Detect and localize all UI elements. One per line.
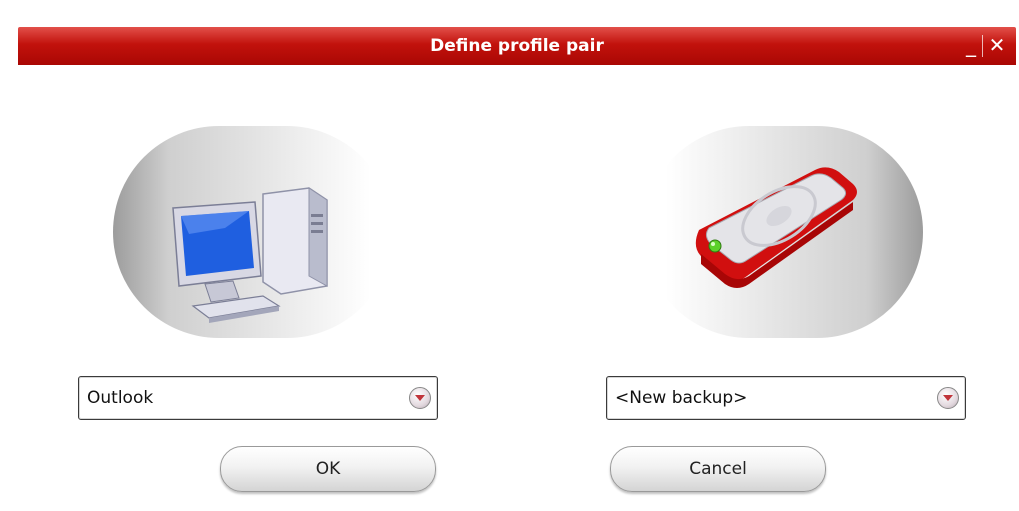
title-bar[interactable]: Define profile pair _ ✕ (18, 27, 1016, 65)
source-profile-value: Outlook (87, 388, 154, 408)
minimize-button[interactable]: _ (960, 33, 982, 57)
ok-button[interactable]: OK (220, 446, 436, 492)
hard-drive-icon (695, 167, 857, 288)
chevron-down-icon[interactable] (937, 387, 959, 409)
define-profile-pair-dialog: Define profile pair _ ✕ Outlook <New bac… (18, 27, 1016, 511)
target-profile-value: <New backup> (615, 388, 748, 408)
cancel-button[interactable]: Cancel (610, 446, 826, 492)
target-pod (643, 126, 923, 338)
source-pod (113, 126, 393, 338)
chevron-down-icon[interactable] (409, 387, 431, 409)
computer-icon (172, 187, 328, 323)
source-profile-select[interactable]: Outlook (78, 376, 438, 420)
close-button[interactable]: ✕ (986, 33, 1008, 57)
titlebar-separator (982, 35, 983, 57)
target-profile-select[interactable]: <New backup> (606, 376, 966, 420)
dialog-title: Define profile pair (430, 36, 604, 56)
